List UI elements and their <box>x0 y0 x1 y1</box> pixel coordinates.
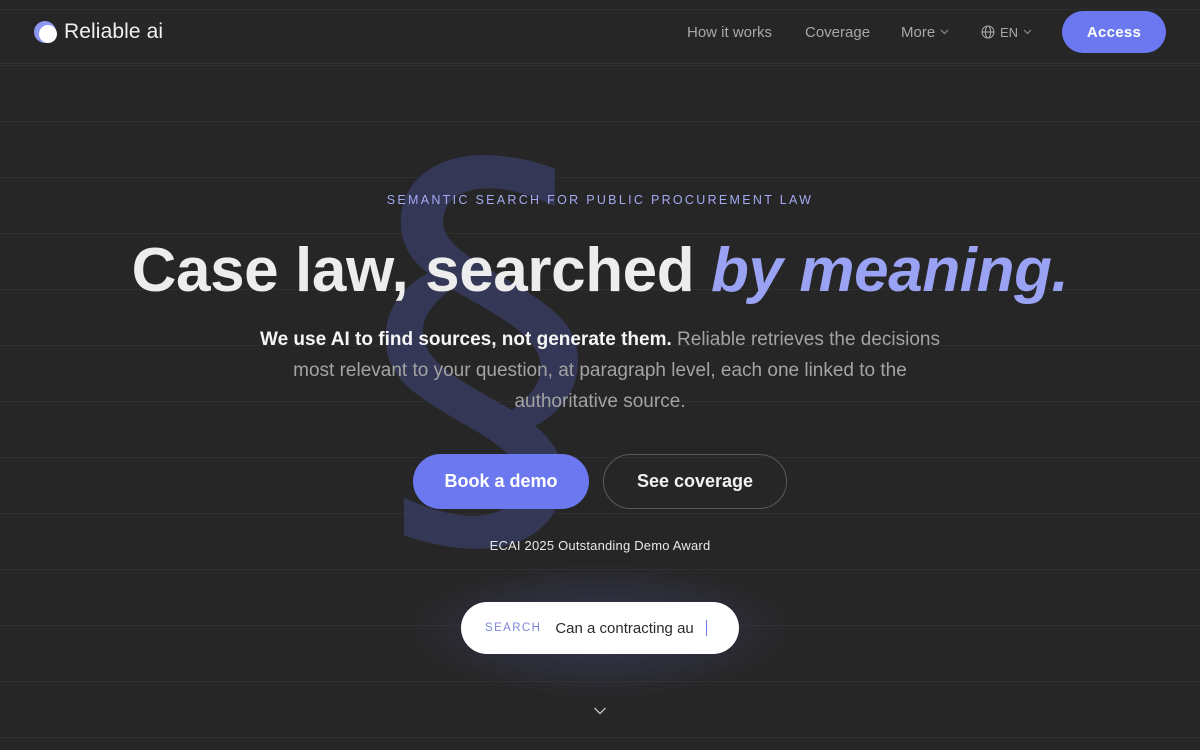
page-title: Case law, searched by meaning. <box>0 233 1200 309</box>
headline-main: Case law, searched <box>131 236 712 305</box>
headline-accent: by meaning. <box>711 236 1069 305</box>
award-note: ECAI 2025 Outstanding Demo Award <box>489 538 711 553</box>
hero-description-emphasis: We use AI to find sources, not generate … <box>260 329 672 350</box>
hero-eyebrow: SEMANTIC SEARCH FOR PUBLIC PROCUREMENT L… <box>386 193 814 207</box>
hero-section: SEMANTIC SEARCH FOR PUBLIC PROCUREMENT L… <box>0 0 1200 750</box>
hero-description: We use AI to find sources, not generate … <box>260 324 940 417</box>
search-label: SEARCH <box>485 622 542 634</box>
book-demo-button[interactable]: Book a demo <box>413 454 589 509</box>
search-query-text: Can a contracting au <box>555 619 694 637</box>
search-input[interactable]: SEARCH Can a contracting au <box>461 602 739 654</box>
see-coverage-button[interactable]: See coverage <box>603 454 787 509</box>
chevron-down-icon[interactable] <box>593 706 607 716</box>
text-caret <box>705 620 707 636</box>
